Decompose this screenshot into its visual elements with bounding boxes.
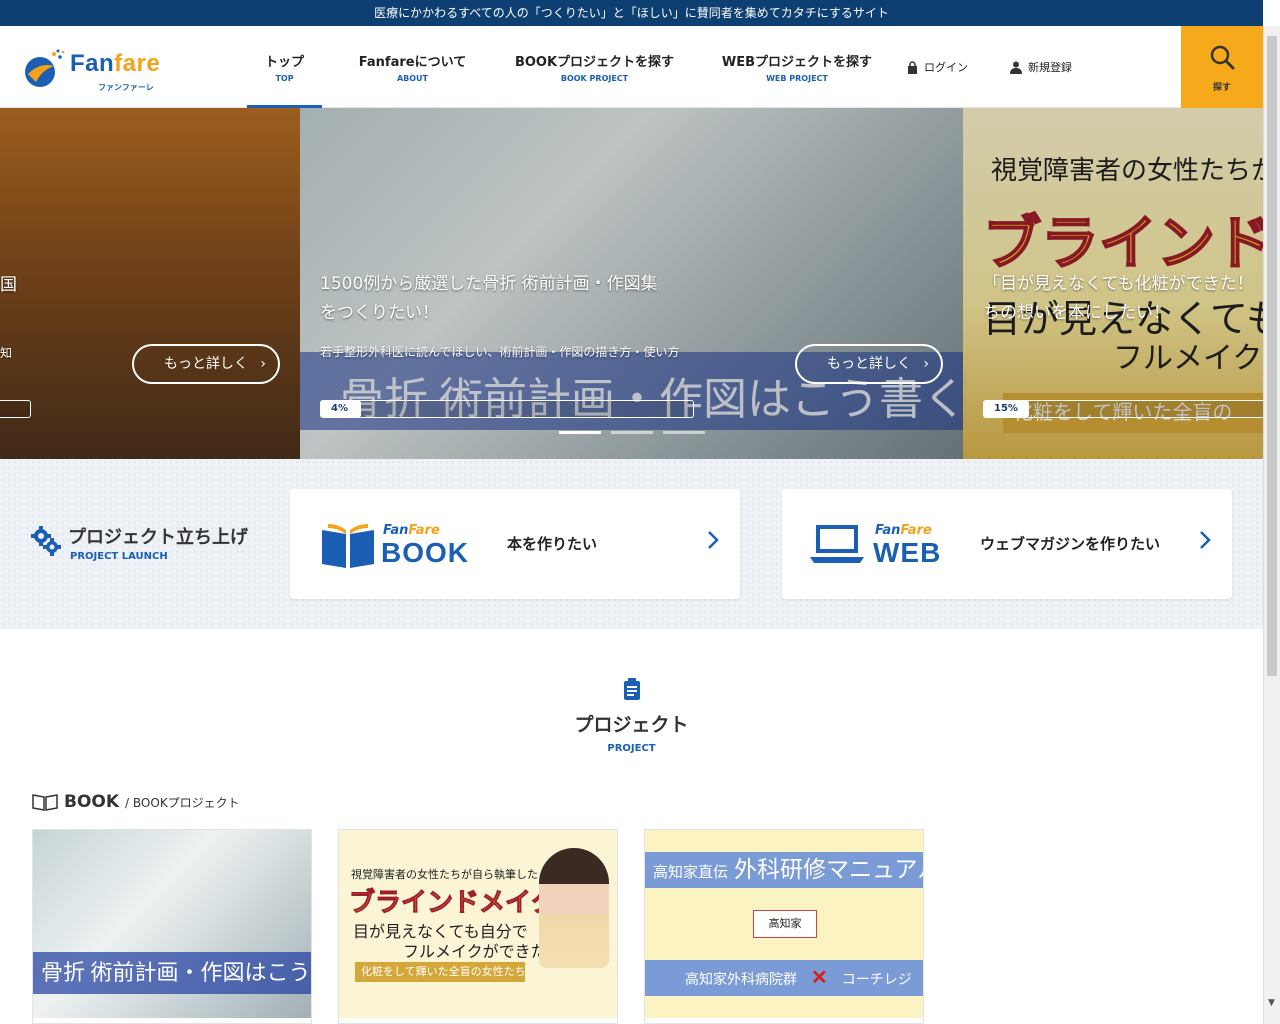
- slide-next[interactable]: 視覚障害者の女性たちか ブラインドメイ 目が見えなくても フルメイク 化粧をして…: [963, 108, 1263, 459]
- search-label: 探す: [1212, 83, 1231, 93]
- book-outline-icon: [32, 794, 58, 811]
- chevron-right-icon: ›: [923, 356, 929, 372]
- nav-label: BOOKプロジェクトを探す: [514, 55, 675, 70]
- thumbnail-text: 化粧をして輝いた全盲の女性たち: [355, 962, 526, 982]
- section-title: プロジェクト: [574, 714, 689, 736]
- gears-icon: [31, 526, 61, 556]
- clipboard-icon: [623, 678, 640, 700]
- slide-current[interactable]: 骨折 術前計画・作図はこう書く! 1500例から厳選した骨折 術前計画・作図集 …: [300, 108, 963, 459]
- slide-title: 1500例から厳選した骨折 術前計画・作図集 をつくりたい！: [320, 274, 658, 323]
- hero-carousel: 国 知 もっと詳しく › 骨折 術前計画・作図はこう書く! 1500例から厳選した…: [0, 108, 1263, 459]
- search-icon: [1210, 45, 1235, 70]
- nav-sublabel: WEB PROJECT: [766, 74, 828, 83]
- nav-sublabel: BOOK PROJECT: [560, 74, 629, 83]
- scrollbar-thumb[interactable]: [1267, 36, 1277, 676]
- launch-book-label: 本を作りたい: [507, 535, 598, 553]
- page-scrollbar[interactable]: ▼: [1263, 26, 1280, 1024]
- site-tagline-bar: 医療にかかわるすべての人の「つくりたい」と「ほしい」に賛同者を集めてカタチにする…: [0, 0, 1263, 26]
- launch-web-card[interactable]: FanFare WEB ウェブマガジンを作りたい: [782, 489, 1232, 599]
- thumbnail-title-band: 高知家直伝 外科研修マニュアル: [645, 852, 923, 888]
- slide-title: 「目が見えなくても化粧ができた！ ちの想いを本にしたい！: [983, 274, 1254, 323]
- chevron-right-icon: [1200, 531, 1211, 549]
- launch-book-card[interactable]: FanFare BOOK 本を作りたい: [290, 489, 740, 599]
- section-subtitle: PROJECT: [607, 743, 656, 754]
- nav-book-project[interactable]: BOOKプロジェクトを探す BOOK PROJECT: [503, 26, 686, 108]
- project-section-heading: プロジェクト PROJECT: [0, 678, 1263, 754]
- project-thumbnail: 骨折 術前計画・作図はこう書く!: [33, 830, 311, 1018]
- carousel-pagination: [559, 431, 705, 434]
- lock-icon: [908, 60, 917, 74]
- register-link[interactable]: 新規登録: [1010, 59, 1072, 75]
- project-card[interactable]: 骨折 術前計画・作図はこう書く!: [32, 829, 312, 1024]
- laptop-icon: [810, 525, 864, 563]
- main-nav: トップ TOP Fanfareについて ABOUT BOOKプロジェクトを探す …: [247, 26, 908, 108]
- project-thumbnail: 高知家直伝 外科研修マニュアル 高知家 高知家外科病院群 ✕ コーチレジ: [645, 830, 923, 1018]
- thumbnail-banner: 骨折 術前計画・作図はこう書く!: [33, 952, 311, 994]
- project-thumbnail: 視覚障害者の女性たちが自ら執筆した ブラインドメイク物語 目が見えなくても自分で…: [339, 830, 617, 1018]
- brand-small: FanFare: [383, 523, 440, 538]
- thumbnail-text: フルメイクができた!: [403, 944, 553, 961]
- scroll-down-arrow-icon[interactable]: ▼: [1268, 998, 1275, 1008]
- login-link[interactable]: ログイン: [907, 59, 968, 75]
- cross-icon: ✕: [811, 967, 828, 989]
- nav-web-project[interactable]: WEBプロジェクトを探す WEB PROJECT: [686, 26, 908, 108]
- launch-title: プロジェクト立ち上げ: [68, 527, 248, 548]
- logo-mark-icon: [25, 49, 65, 87]
- chevron-right-icon: [708, 531, 719, 549]
- nav-label: トップ: [264, 55, 304, 70]
- more-details-button[interactable]: もっと詳しく ›: [132, 344, 280, 384]
- project-card[interactable]: 視覚障害者の女性たちが自ら執筆した ブラインドメイク物語 目が見えなくても自分で…: [338, 829, 618, 1024]
- funding-progress: 15%: [983, 400, 1263, 418]
- slide-desc: 知: [0, 346, 13, 360]
- carousel-dot[interactable]: [559, 431, 601, 434]
- launch-web-label: ウェブマガジンを作りたい: [980, 535, 1161, 553]
- nav-label: Fanfareについて: [358, 55, 467, 70]
- kochi-seal-logo: 高知家: [753, 910, 817, 938]
- author-portrait: [539, 848, 609, 968]
- carousel-dot[interactable]: [611, 431, 653, 434]
- open-book-icon: [322, 524, 374, 568]
- brand-big: WEB: [873, 537, 942, 568]
- funding-progress: 4%: [320, 400, 694, 418]
- nav-sublabel: TOP: [275, 74, 294, 83]
- login-label: ログイン: [924, 61, 968, 74]
- launch-subtitle: PROJECT LAUNCH: [70, 551, 168, 562]
- book-section-title: BOOK: [64, 792, 120, 812]
- nav-about[interactable]: Fanfareについて ABOUT: [322, 26, 503, 108]
- slide-desc: 若手整形外科医に読んでほしい、術前計画・作図の描き方・使い方: [320, 345, 680, 359]
- more-label: もっと詳しく: [827, 356, 911, 372]
- project-launch-section: プロジェクト立ち上げ PROJECT LAUNCH FanFare BOOK 本…: [0, 459, 1263, 629]
- brand-small: FanFare: [875, 523, 932, 538]
- brand-big: BOOK: [381, 537, 469, 568]
- user-icon: [1010, 61, 1022, 74]
- slide-title: 国: [0, 275, 17, 295]
- funding-progress: [0, 400, 31, 418]
- nav-top[interactable]: トップ TOP: [247, 26, 322, 108]
- site-tagline: 医療にかかわるすべての人の「つくりたい」と「ほしい」に賛同者を集めてカタチにする…: [374, 6, 889, 20]
- thumbnail-footer-band: 高知家外科病院群 ✕ コーチレジ: [645, 960, 923, 996]
- nav-sublabel: ABOUT: [396, 74, 429, 83]
- search-button[interactable]: 探す: [1181, 26, 1263, 108]
- more-label: もっと詳しく: [164, 356, 248, 372]
- book-section-subtitle: / BOOKプロジェクト: [125, 796, 240, 810]
- nav-label: WEBプロジェクトを探す: [721, 55, 873, 70]
- book-section-heading: BOOK / BOOKプロジェクト: [32, 792, 240, 812]
- site-header: Fanfare ファンファーレ トップ TOP Fanfareについて ABOU…: [0, 26, 1263, 108]
- project-card[interactable]: 高知家直伝 外科研修マニュアル 高知家 高知家外科病院群 ✕ コーチレジ: [644, 829, 924, 1024]
- logo-kana: ファンファーレ: [98, 83, 154, 92]
- register-label: 新規登録: [1028, 61, 1072, 74]
- chevron-right-icon: ›: [260, 356, 266, 372]
- progress-percent: 15%: [994, 403, 1018, 414]
- progress-percent: 4%: [331, 403, 348, 414]
- fanfare-logo[interactable]: Fanfare ファンファーレ: [18, 42, 183, 94]
- more-details-button[interactable]: もっと詳しく ›: [795, 344, 943, 384]
- logo-wordmark: Fanfare: [70, 50, 161, 77]
- carousel-dot[interactable]: [663, 431, 705, 434]
- thumbnail-text: 視覚障害者の女性たちが自ら執筆した: [351, 869, 538, 881]
- slide-previous[interactable]: 国 知 もっと詳しく ›: [0, 108, 300, 459]
